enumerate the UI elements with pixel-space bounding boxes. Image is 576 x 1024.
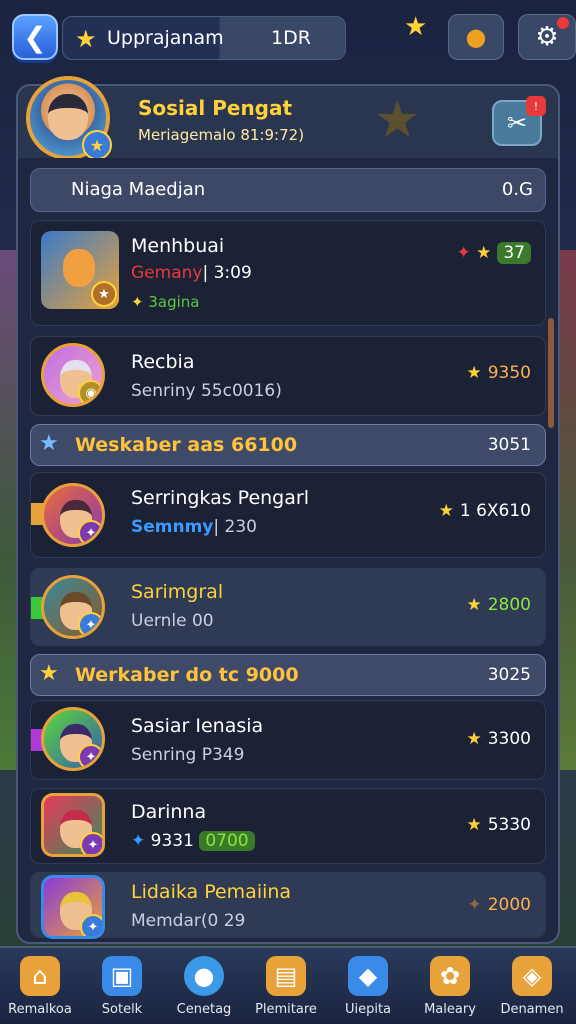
header-subtitle: Meriagemalo 81:9:72) [138,126,305,144]
card-name: Serringkas Pengarl [131,487,309,509]
list-item[interactable]: ✦ Darinna ✦ 9331 0700 ★ 5330 [30,788,546,864]
badge-icon: ✦ [80,914,102,936]
list-item[interactable]: ✦ Sarimgral Uernle 00 ★ 2800 [30,568,546,646]
header-title: Sosial Pengat [138,96,293,120]
shop-icon: ▣ [102,956,142,996]
nav-item-map[interactable]: ◈ Denamen [496,954,568,1022]
card-score: ★ 3300 [466,729,531,749]
card-score: ★ 1 6X610 [438,501,531,521]
badge-icon: ✦ [78,612,102,636]
character-portrait: ◉ [41,343,105,407]
tools-icon: ✂ [506,109,528,137]
badge-icon: ◉ [78,380,102,404]
star-icon: ★ [75,25,97,53]
nav-item-gift[interactable]: ◆ Uiepita [332,954,404,1022]
card-name: Lidaika Pemaiina [131,881,292,903]
coin-icon: ● [465,23,487,51]
card-subtitle: Memdar(0 29 [131,911,246,931]
nav-item-home[interactable]: ⌂ Remalkoa [4,954,76,1022]
notification-badge: ! [526,96,546,116]
scroll-icon: ▤ [266,956,306,996]
list-item[interactable]: ✦ Serringkas Pengarl Semnmy| 230 ★ 1 6X61… [30,472,546,558]
card-name: Sasiar Ienasia [131,715,264,737]
list-item[interactable]: ✦ Sasiar Ienasia Senring P349 ★ 3300 [30,700,546,780]
orb-icon: ● [184,956,224,996]
card-name: Menhbuai [131,235,225,257]
card-name: Recbia [131,351,195,373]
card-tag: Semnmy [131,517,214,537]
settings-button[interactable]: ⚙ [518,14,576,60]
panel-header: ★ Sosial Pengat Meriagemalo 81:9:72) ★ ✂… [18,76,558,160]
list-item[interactable]: ✦ Lidaika Pemaiina Memdar(0 29 ✦ 2000 [30,872,546,939]
card-subtitle: Senriny 55c0016) [131,381,282,401]
bottom-nav: ⌂ Remalkoa ▣ Sotelk ● Cenetag ▤ Plemitar… [0,946,576,1024]
star-icon: ★ [39,431,59,456]
star-badge-icon: ★ [82,130,112,160]
badge-icon: ★ [91,281,117,307]
star-watermark-icon: ★ [374,90,421,150]
summary-value: 0.G [501,179,533,200]
card-score: ✦ ★ 37 [456,242,531,264]
notification-dot [557,17,569,29]
card-subtitle: 9331 [150,831,194,851]
card-name: Darinna [131,801,207,823]
card-subtitle: Uernle 00 [131,611,214,631]
summary-row[interactable]: Niaga Maedjan 0.G [30,168,546,212]
card-tag: Gemany [131,263,203,283]
section-header[interactable]: ★ Weskaber aas 66100 3051 [30,424,546,466]
card-chip: 0700 [199,831,255,851]
card-score: ★ 2800 [466,595,531,615]
nav-item-pet[interactable]: ✿ Maleary [414,954,486,1022]
tools-button[interactable]: ✂ ! [492,96,546,146]
card-subtitle: Senring P349 [131,745,245,765]
summary-label: Niaga Maedjan [71,179,206,200]
badge-icon: ✦ [78,744,102,768]
section-value: 3025 [487,665,531,685]
character-portrait: ✦ [41,707,105,771]
section-header[interactable]: ★ Werkaber do tc 9000 3025 [30,654,546,696]
character-portrait: ✦ [41,793,105,857]
nav-item-scroll[interactable]: ▤ Plemitare [250,954,322,1022]
scrollbar[interactable] [548,318,554,428]
gear-icon: ⚙ [535,22,559,52]
section-value: 3051 [487,435,531,455]
card-score: ★ 5330 [466,815,531,835]
character-portrait: ✦ [41,483,105,547]
star-icon[interactable]: ★ [404,12,427,42]
character-portrait: ★ [41,231,119,309]
top-bar: ❮ ★ Upprajanam 1DR ★ ● ⚙ [0,0,576,76]
character-portrait: ✦ [41,875,105,939]
title-code: 1DR [271,27,311,49]
star-icon: ★ [39,661,59,686]
list-area[interactable]: Niaga Maedjan 0.G ★ Menhbuai Gemany| 3:0… [18,158,558,942]
page-title: Upprajanam [107,27,224,49]
section-label: Weskaber aas 66100 [75,434,298,456]
card-name: Sarimgral [131,581,224,603]
back-button[interactable]: ❮ [12,14,58,60]
badge-icon: ✦ [80,832,102,854]
house-icon: ⌂ [20,956,60,996]
nav-item-shop[interactable]: ▣ Sotelk [86,954,158,1022]
pet-icon: ✿ [430,956,470,996]
card-score: ★ 9350 [466,363,531,383]
title-pill: ★ Upprajanam 1DR [62,16,346,60]
leaderboard-panel: ★ Sosial Pengat Meriagemalo 81:9:72) ★ ✂… [16,76,560,944]
gift-icon: ◆ [348,956,388,996]
coin-button[interactable]: ● [448,14,504,60]
section-label: Werkaber do tc 9000 [75,664,299,686]
map-icon: ◈ [512,956,552,996]
card-score: ✦ 2000 [467,895,531,915]
avatar[interactable]: ★ [26,76,112,160]
list-item[interactable]: ◉ Recbia Senriny 55c0016) ★ 9350 [30,336,546,416]
badge-icon: ✦ [78,520,102,544]
character-portrait: ✦ [41,575,105,639]
card-chip: ✦ 3agina [131,293,200,311]
nav-item-orb[interactable]: ● Cenetag [168,954,240,1022]
list-item[interactable]: ★ Menhbuai Gemany| 3:09 ✦ 3agina ✦ ★ 37 [30,220,546,326]
back-icon: ❮ [23,20,47,54]
